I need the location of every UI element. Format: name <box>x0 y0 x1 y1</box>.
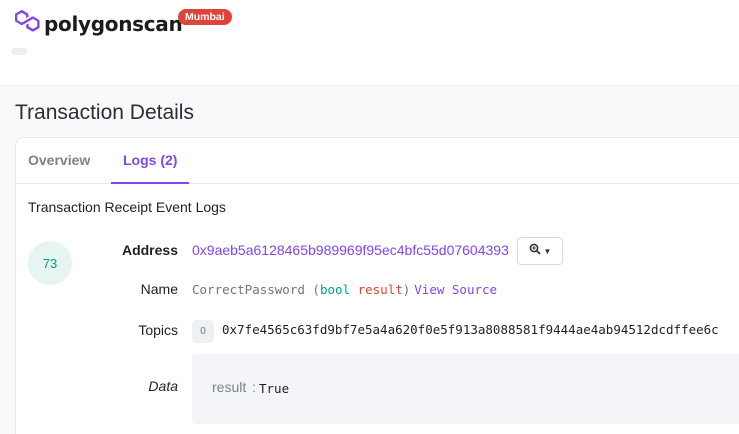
topics-label: Topics <box>138 322 178 338</box>
page-title: Transaction Details <box>15 101 194 124</box>
tab-bar: Overview Logs (2) <box>16 138 739 184</box>
header-placeholder <box>11 48 27 55</box>
view-source-link[interactable]: View Source <box>414 282 497 297</box>
active-tab-indicator <box>111 182 189 184</box>
zoom-in-icon <box>529 242 541 260</box>
polygon-logo-icon <box>14 9 40 38</box>
open-paren: ( <box>304 282 320 297</box>
param-type: bool <box>319 282 351 297</box>
data-value: True <box>259 381 290 396</box>
site-logo[interactable]: polygonscan <box>14 9 183 38</box>
event-name: CorrectPassword <box>192 282 305 297</box>
data-label: Data <box>148 378 178 394</box>
data-key: result <box>212 379 247 395</box>
param-name: result <box>357 282 403 297</box>
event-signature: CorrectPassword (bool result) View Source <box>192 282 497 297</box>
network-badge: Mumbai <box>178 9 232 25</box>
tab-logs[interactable]: Logs (2) <box>123 152 177 168</box>
logo-text: polygonscan <box>44 11 183 36</box>
address-label: Address <box>121 242 178 258</box>
name-label: Name <box>140 281 178 297</box>
topic-index-badge: 0 <box>192 320 214 343</box>
data-separator: : <box>252 379 256 395</box>
log-index-badge: 73 <box>28 241 72 285</box>
site-header: polygonscan Mumbai <box>0 0 739 86</box>
data-box: result : True <box>192 354 739 424</box>
topic-value: 0x7fe4565c63fd9bf7e5a4a620f0e5f913a80885… <box>222 322 719 337</box>
log-address-link[interactable]: 0x9aeb5a6128465b989969f95ec4bfc55d076043… <box>192 242 509 258</box>
close-paren: ) <box>402 282 411 297</box>
transaction-card: Overview Logs (2) Transaction Receipt Ev… <box>15 137 739 434</box>
tab-overview[interactable]: Overview <box>28 152 90 168</box>
chevron-down-icon: ▼ <box>543 246 552 256</box>
logs-heading: Transaction Receipt Event Logs <box>28 199 226 215</box>
address-options-button[interactable]: ▼ <box>517 237 563 265</box>
